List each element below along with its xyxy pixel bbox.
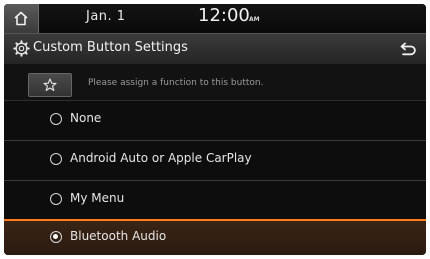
hint-row: Please assign a function to this button. <box>4 64 426 101</box>
hint-text: Please assign a function to this button. <box>88 78 264 88</box>
option-label: Android Auto or Apple CarPlay <box>70 151 252 165</box>
radio-button[interactable] <box>50 153 62 165</box>
home-icon <box>14 11 28 26</box>
option-bluetooth-audio[interactable]: Bluetooth Audio <box>4 219 426 255</box>
status-time: 12:00 <box>198 5 250 26</box>
option-android-auto-carplay[interactable]: Android Auto or Apple CarPlay <box>4 141 426 181</box>
custom-button-indicator <box>28 73 72 97</box>
status-date: Jan. 1 <box>86 9 126 24</box>
radio-dot <box>53 234 58 239</box>
option-label: My Menu <box>70 191 125 205</box>
head-unit-screen: Jan. 1 12:00 AM Custom Button Settings P… <box>4 4 426 255</box>
option-none[interactable]: None <box>4 101 426 141</box>
gear-icon <box>13 40 30 57</box>
title-bar: Custom Button Settings <box>4 33 426 65</box>
back-button[interactable] <box>390 34 426 64</box>
star-icon <box>43 78 57 91</box>
radio-button[interactable] <box>50 113 62 125</box>
status-ampm: AM <box>249 16 260 23</box>
back-arrow-icon <box>400 42 416 56</box>
radio-button-selected[interactable] <box>50 231 62 243</box>
option-my-menu[interactable]: My Menu <box>4 181 426 221</box>
home-button[interactable] <box>4 4 39 33</box>
page-title: Custom Button Settings <box>33 40 188 55</box>
option-label: None <box>70 111 102 125</box>
status-bar: Jan. 1 12:00 AM <box>4 4 426 33</box>
option-label: Bluetooth Audio <box>70 229 167 243</box>
radio-button[interactable] <box>50 193 62 205</box>
